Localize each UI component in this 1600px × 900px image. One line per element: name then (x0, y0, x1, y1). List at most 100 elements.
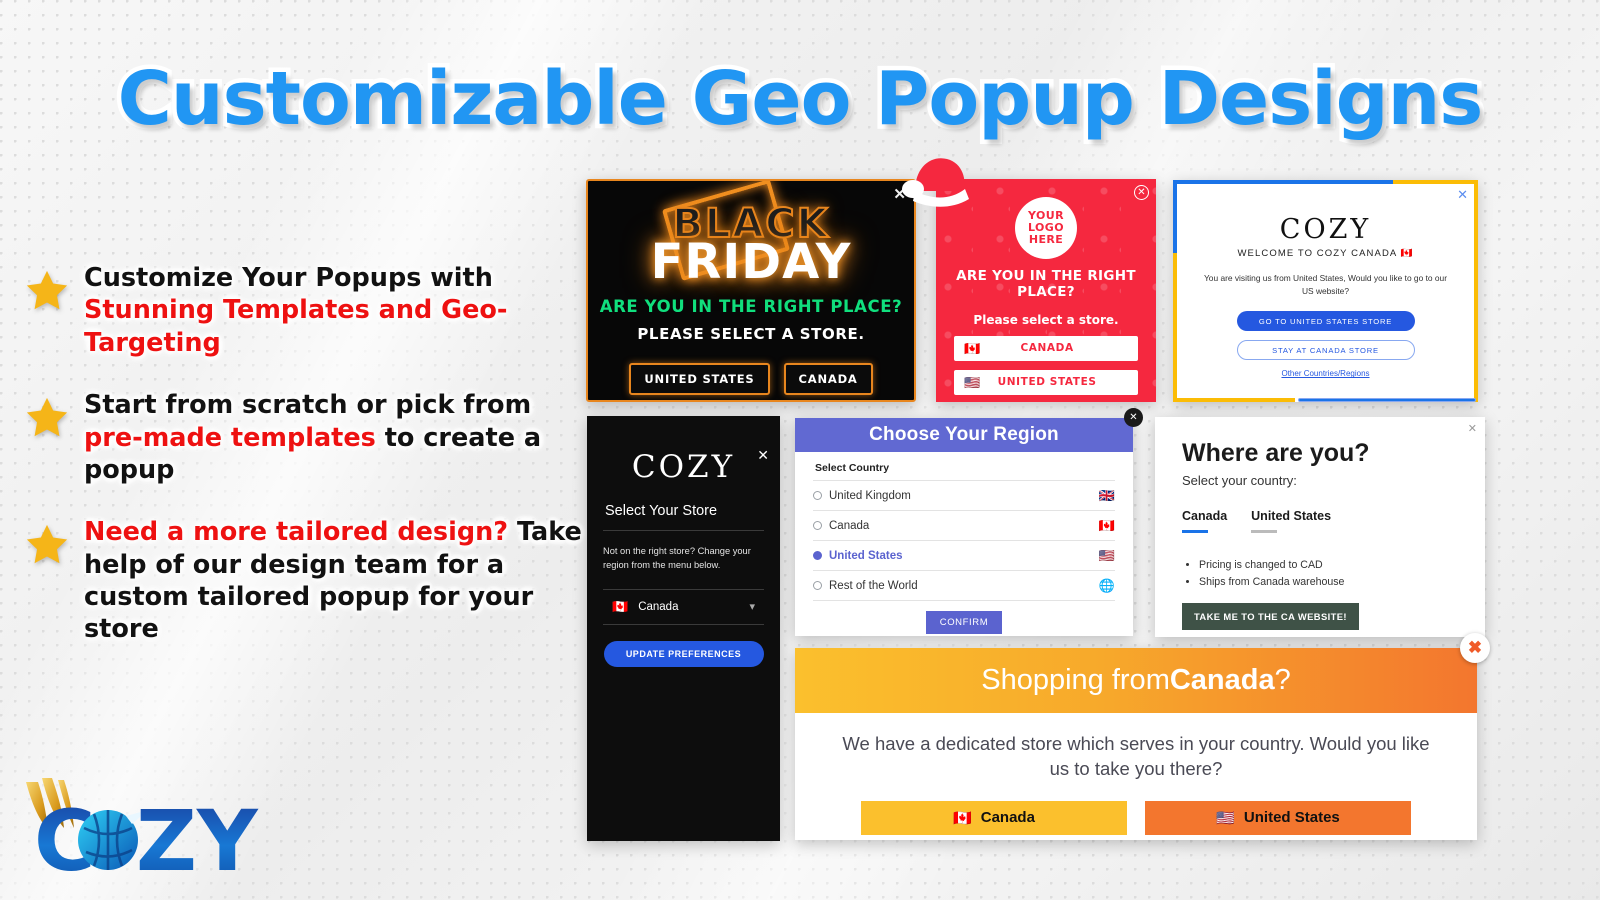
bullet-text: Start from scratch or pick from pre-made… (84, 389, 584, 486)
header-country: Canada (1169, 664, 1275, 696)
update-preferences-button[interactable]: UPDATE PREFERENCES (603, 640, 764, 667)
welcome-text: WELCOME TO COZY CANADA 🇨🇦 (1237, 248, 1414, 259)
tab-underline (1251, 530, 1278, 533)
santa-hat-icon (902, 158, 969, 207)
shopping-banner-actions: 🇨🇦 Canada 🇺🇸 United States (795, 800, 1477, 835)
bullet-2-pre: Start from scratch or pick from (84, 390, 532, 421)
region-option-united-kingdom[interactable]: United Kingdom 🇬🇧 (813, 480, 1115, 510)
divider (813, 600, 1115, 601)
other-countries-link[interactable]: Other Countries/Regions (1173, 369, 1478, 378)
region-option-label: United Kingdom (829, 489, 911, 502)
where-subtitle: Select your country: (1182, 473, 1297, 488)
logo-line-3: HERE (1028, 232, 1064, 246)
radio-icon (813, 521, 822, 530)
region-option-label: Canada (829, 519, 870, 532)
list-item: Customize Your Popups with Stunning Temp… (24, 262, 584, 359)
canada-flag-icon: 🇨🇦 (953, 809, 972, 827)
logo-placeholder: YOUR LOGO HERE (1015, 197, 1077, 259)
popup-where-are-you: ✕ Where are you? Select your country: Ca… (1155, 417, 1485, 637)
feature-bullet-list: Customize Your Popups with Stunning Temp… (24, 262, 584, 676)
country-select-value: Canada (638, 600, 679, 613)
popup-cozy-canada: ✕ COZY WELCOME TO COZY CANADA 🇨🇦 You are… (1173, 180, 1478, 402)
where-title: Where are you? (1182, 439, 1370, 467)
radio-icon (813, 581, 822, 590)
canada-button[interactable]: 🇨🇦 Canada (861, 800, 1127, 835)
canada-flag-icon: 🇨🇦 (1098, 517, 1115, 533)
black-friday-question: ARE YOU IN THE RIGHT PLACE? (599, 297, 903, 316)
region-option-united-states[interactable]: United States 🇺🇸 (813, 540, 1115, 570)
list-item: Need a more tailored design? Take help o… (24, 516, 584, 646)
star-icon (26, 398, 68, 437)
select-store-heading: Select Your Store (605, 503, 718, 519)
canada-flag-icon: 🇨🇦 (964, 340, 981, 356)
benefit-list: Pricing is changed to CAD Ships from Can… (1199, 557, 1485, 591)
brand-wordmark: COZY (631, 449, 736, 485)
canada-button[interactable]: 🇨🇦 CANADA (954, 335, 1138, 361)
close-icon[interactable]: ✕ (1134, 185, 1149, 200)
globe-icon: 🌐 (1098, 577, 1115, 593)
list-item: Ships from Canada warehouse (1199, 574, 1485, 591)
canada-flag-icon: 🇨🇦 (612, 598, 629, 614)
popup-christmas-red: ✕ YOUR LOGO HERE ARE YOU IN THE RIGHT PL… (936, 179, 1156, 402)
bullet-1-highlight: Stunning Templates and Geo-Targeting (84, 295, 508, 358)
tab-united-states[interactable]: United States (1251, 509, 1331, 533)
red-popup-subtitle: Please select a store. (973, 312, 1119, 327)
region-option-canada[interactable]: Canada 🇨🇦 (813, 510, 1115, 540)
black-friday-subtitle: PLEASE SELECT A STORE. (637, 325, 865, 343)
shopping-banner-message: We have a dedicated store which serves i… (842, 733, 1430, 779)
uk-flag-icon: 🇬🇧 (1098, 487, 1115, 503)
close-icon[interactable]: ✕ (1457, 187, 1468, 203)
radio-icon (813, 491, 822, 500)
take-me-to-ca-website-button[interactable]: TAKE ME TO THE CA WEBSITE! (1182, 602, 1359, 630)
united-states-button[interactable]: 🇺🇸 United States (1145, 800, 1411, 835)
star-icon (26, 270, 68, 310)
tab-canada-label: Canada (1182, 509, 1228, 523)
shopping-banner-header: Shopping from Canada? (795, 648, 1477, 713)
bullet-1-pre: Customize Your Popups with (84, 263, 493, 293)
tab-canada[interactable]: Canada (1182, 509, 1227, 533)
popup-black-friday: ✕ BLACK FRIDAY ARE YOU IN THE RIGHT PLAC… (586, 179, 916, 402)
tab-united-states-label: United States (1251, 509, 1332, 523)
close-icon[interactable]: ✖ (1460, 633, 1490, 663)
divider (603, 530, 764, 531)
us-flag-icon: 🇺🇸 (1098, 547, 1115, 563)
svg-text:ZY: ZY (136, 792, 259, 890)
page-title: Customizable Geo Popup Designs (113, 52, 1488, 147)
close-icon[interactable]: ✕ (1468, 422, 1477, 435)
country-select[interactable]: 🇨🇦 Canada ▾ (603, 588, 764, 625)
confirm-button[interactable]: CONFIRM (925, 611, 1003, 634)
list-item: Start from scratch or pick from pre-made… (24, 389, 584, 486)
united-states-button-label: United States (1243, 809, 1340, 827)
tab-underline (1182, 530, 1208, 533)
bullet-text: Customize Your Popups with Stunning Temp… (84, 262, 584, 359)
go-to-united-states-store-button[interactable]: GO TO UNITED STATES STORE (1236, 311, 1415, 332)
black-friday-word-friday: FRIDAY (650, 234, 852, 290)
select-country-label: Select Country (815, 462, 890, 474)
canada-button-label: Canada (980, 809, 1035, 827)
us-flag-icon: 🇺🇸 (1216, 809, 1235, 827)
canada-button[interactable]: CANADA (783, 363, 873, 395)
region-option-rest-of-world[interactable]: Rest of the World 🌐 (813, 570, 1115, 600)
cozy-logo: C ZY (26, 778, 259, 890)
black-friday-artwork: BLACK FRIDAY (588, 181, 914, 291)
country-tabs: Canada United States (1182, 509, 1485, 533)
close-icon[interactable]: ✕ (1124, 408, 1143, 427)
close-icon[interactable]: ✕ (757, 447, 769, 464)
united-states-button-label: UNITED STATES (997, 376, 1097, 389)
popup-cozy-dark-sidebar: ✕ COZY Select Your Store Not on the righ… (587, 416, 780, 841)
canada-button-label: CANADA (1020, 342, 1074, 355)
united-states-button[interactable]: 🇺🇸 UNITED STATES (954, 369, 1138, 395)
stay-at-canada-store-button[interactable]: STAY AT CANADA STORE (1236, 340, 1415, 361)
brand-wordmark: COZY (1279, 214, 1372, 245)
radio-icon-selected (813, 551, 822, 560)
chevron-down-icon: ▾ (749, 601, 755, 614)
region-option-label: United States (829, 549, 903, 562)
united-states-button[interactable]: UNITED STATES (629, 363, 770, 395)
region-note: Not on the right store? Change your regi… (603, 546, 751, 571)
header-prefix: Shopping from (981, 664, 1170, 696)
popup-choose-region: ✕ Choose Your Region Select Country Unit… (795, 408, 1143, 636)
red-popup-question: ARE YOU IN THE RIGHT PLACE? (956, 268, 1136, 300)
bullet-3-highlight: Need a more tailored design? (84, 517, 509, 548)
bullet-text: Need a more tailored design? Take help o… (84, 516, 584, 646)
region-option-label: Rest of the World (829, 579, 918, 592)
